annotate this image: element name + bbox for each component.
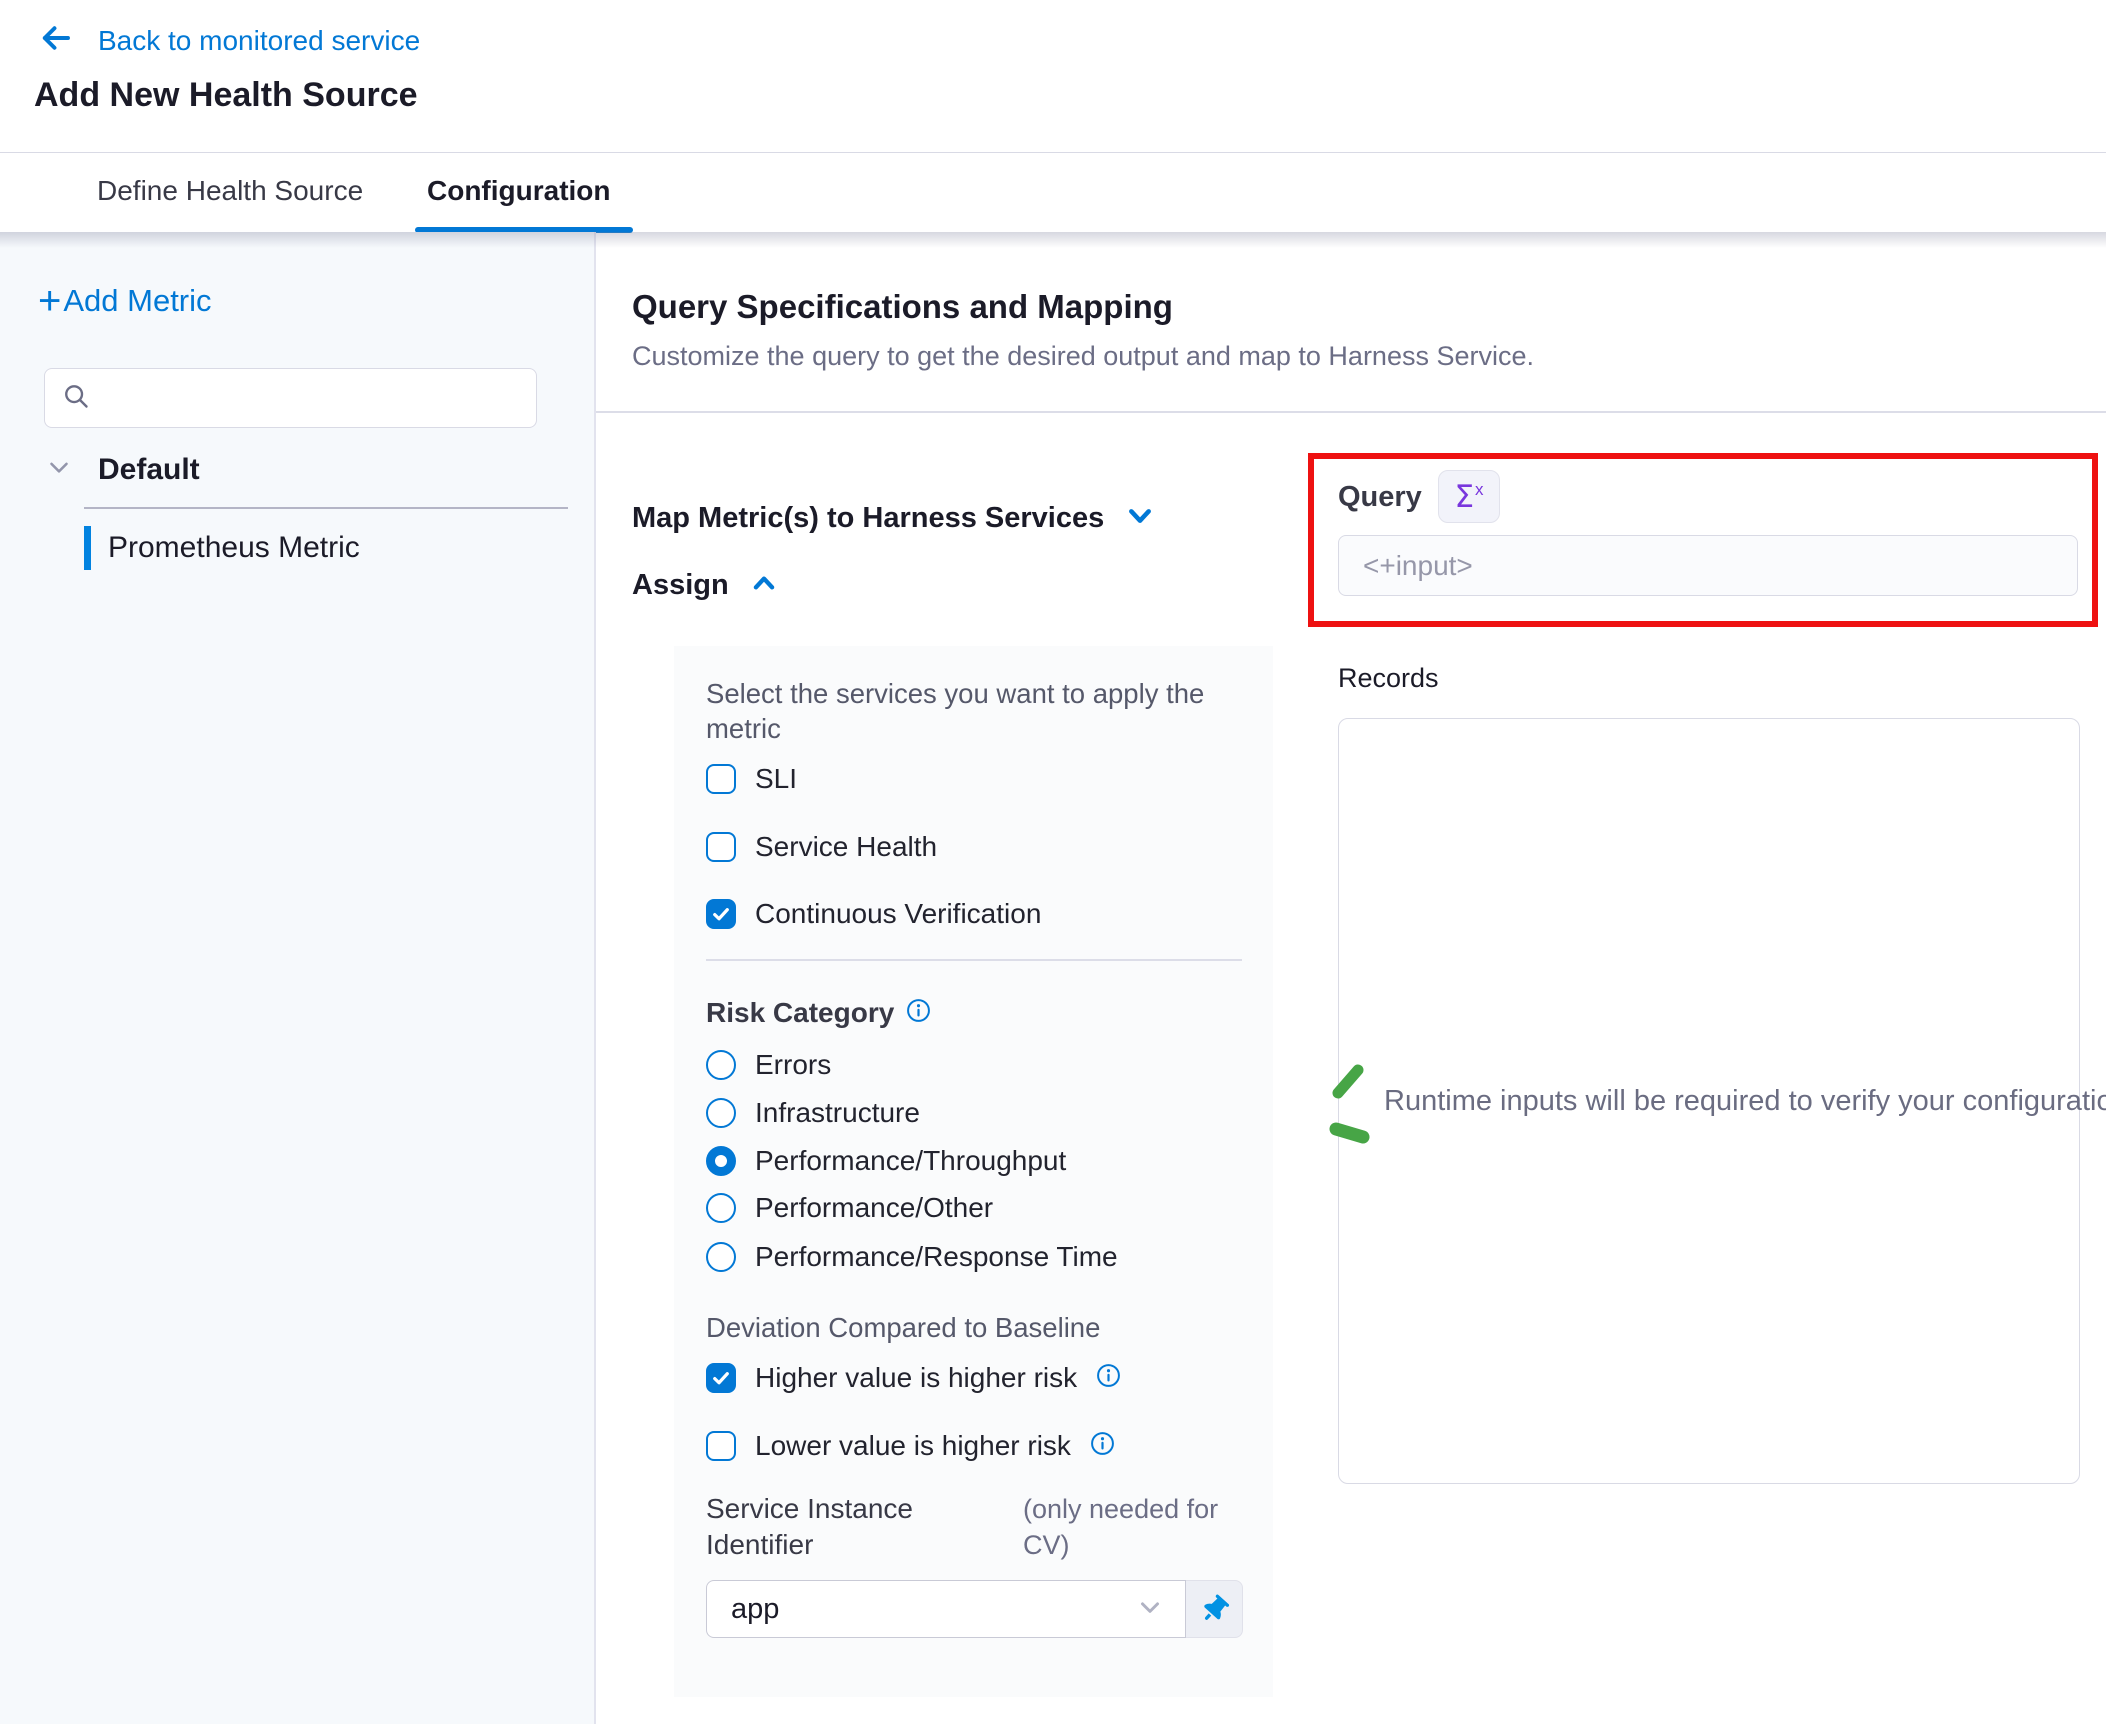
performance-throughput-label: Performance/Throughput [755,1145,1066,1177]
page-title: Add New Health Source [34,76,418,115]
radio-row-errors[interactable]: Errors [706,1049,831,1081]
add-metric-label: Add Metric [63,283,211,319]
heading-divider [596,411,2106,413]
query-label: Query [1338,481,1422,514]
back-to-monitored-service-link[interactable]: Back to monitored service [38,20,420,61]
checkbox-row-sli[interactable]: SLI [706,763,797,795]
infrastructure-radio[interactable] [706,1098,736,1128]
sidebar-divider [594,232,596,1724]
group-divider [84,507,568,509]
performance-other-radio[interactable] [706,1193,736,1223]
plus-icon: + [38,281,61,321]
assign-label: Assign [632,569,729,602]
runtime-check-icon [1326,1058,1374,1155]
tab-bar: Define Health Source Configuration [0,152,2106,232]
sli-checkbox[interactable] [706,764,736,794]
service-instance-note: (only needed for CV) [1023,1491,1218,1563]
assign-section-toggle[interactable]: Assign [632,568,779,603]
checkbox-row-higher-value[interactable]: Higher value is higher risk [706,1362,1121,1394]
query-input[interactable]: <+input> [1338,535,2078,596]
chevron-up-icon [749,568,779,603]
service-instance-identifier-label: Service Instance Identifier [706,1491,913,1563]
continuous-verification-label: Continuous Verification [755,898,1041,930]
pin-button[interactable] [1186,1580,1243,1638]
infrastructure-label: Infrastructure [755,1097,920,1129]
selected-item-bar [84,526,91,570]
sidebar-item-prometheus-metric[interactable]: Prometheus Metric [84,526,360,570]
deviation-label: Deviation Compared to Baseline [706,1312,1100,1344]
pin-icon [1195,1590,1233,1628]
chevron-down-icon [1135,1592,1165,1627]
continuous-verification-checkbox[interactable] [706,899,736,929]
lower-value-checkbox[interactable] [706,1431,736,1461]
metric-item-label: Prometheus Metric [108,531,360,565]
map-metrics-label: Map Metric(s) to Harness Services [632,502,1104,535]
higher-value-label: Higher value is higher risk [755,1362,1077,1394]
search-icon [61,381,91,416]
errors-label: Errors [755,1049,831,1081]
metric-group-default[interactable]: Default [44,452,200,487]
sigma-icon: Σ [1454,479,1474,515]
group-label: Default [98,453,200,487]
section-heading: Query Specifications and Mapping [632,288,1173,326]
sli-label: SLI [755,763,797,795]
map-metrics-section-toggle[interactable]: Map Metric(s) to Harness Services [632,500,1156,537]
radio-row-infrastructure[interactable]: Infrastructure [706,1097,920,1129]
search-input[interactable] [103,383,503,414]
service-instance-value: app [731,1593,1135,1626]
panel-divider [706,959,1242,961]
add-metric-button[interactable]: + Add Metric [38,281,212,321]
performance-response-time-radio[interactable] [706,1242,736,1272]
checkbox-row-service-health[interactable]: Service Health [706,831,937,863]
tab-configuration[interactable]: Configuration [427,175,611,207]
radio-row-performance-throughput[interactable]: Performance/Throughput [706,1145,1066,1177]
errors-radio[interactable] [706,1050,736,1080]
expression-builder-button[interactable]: Σx [1438,470,1500,523]
section-subheading: Customize the query to get the desired o… [632,341,1534,372]
runtime-inputs-message: Runtime inputs will be required to verif… [1384,1085,2106,1118]
radio-row-performance-response-time[interactable]: Performance/Response Time [706,1241,1118,1273]
risk-category-label: Risk Category [706,997,894,1029]
assign-panel: Select the services you want to apply th… [674,646,1273,1697]
performance-throughput-radio[interactable] [706,1146,736,1176]
service-health-checkbox[interactable] [706,832,736,862]
checkbox-row-lower-value[interactable]: Lower value is higher risk [706,1430,1115,1462]
query-input-value: <+input> [1363,550,1473,582]
checkbox-row-continuous-verification[interactable]: Continuous Verification [706,898,1041,930]
metric-search-box[interactable] [44,368,537,428]
tab-define-health-source[interactable]: Define Health Source [97,175,363,207]
radio-row-performance-other[interactable]: Performance/Other [706,1192,993,1224]
arrow-left-icon [38,20,74,61]
service-health-label: Service Health [755,831,937,863]
services-prompt: Select the services you want to apply th… [706,676,1256,746]
risk-category-header: Risk Category [706,997,931,1029]
info-icon[interactable] [1096,1363,1121,1393]
service-instance-dropdown[interactable]: app [706,1580,1186,1638]
info-icon[interactable] [906,998,931,1028]
chevron-down-icon [44,452,74,487]
performance-response-time-label: Performance/Response Time [755,1241,1118,1273]
higher-value-checkbox[interactable] [706,1363,736,1393]
chevron-down-icon [1124,500,1156,537]
add-health-source-screen: Back to monitored service Add New Health… [0,0,2106,1724]
info-icon[interactable] [1090,1431,1115,1461]
back-link-label: Back to monitored service [98,25,420,57]
lower-value-label: Lower value is higher risk [755,1430,1071,1462]
records-label: Records [1338,663,1439,694]
performance-other-label: Performance/Other [755,1192,993,1224]
